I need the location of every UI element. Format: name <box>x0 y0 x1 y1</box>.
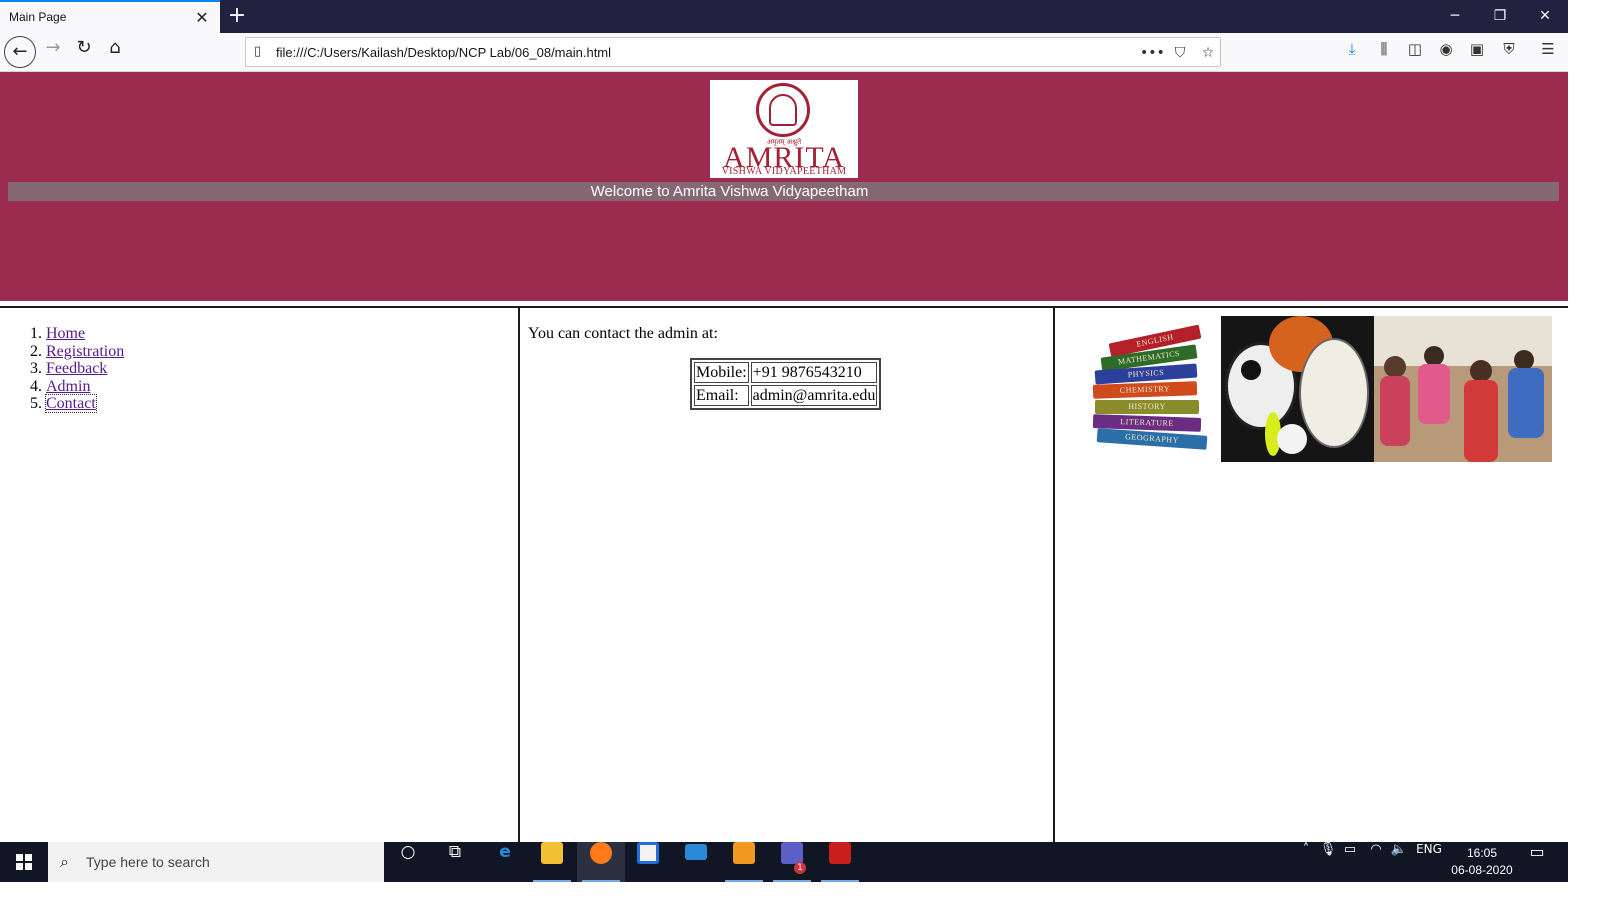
menu-item-feedback: 3. Feedback <box>30 360 108 378</box>
menu-icon[interactable]: ☰ <box>1536 40 1560 64</box>
menu-item-home: 1. Home <box>30 325 86 342</box>
registration-link[interactable]: Registration <box>46 343 124 360</box>
url-text[interactable]: file:///C:/Users/Kailash/Desktop/NCP Lab… <box>276 45 611 60</box>
shield-icon[interactable]: ⛨ <box>1497 40 1521 64</box>
language-indicator[interactable]: ENG <box>1413 842 1445 882</box>
menu-item-registration: 2. Registration <box>30 342 125 360</box>
store-icon[interactable] <box>624 842 672 882</box>
home-link[interactable]: Home <box>46 325 85 342</box>
header-frame: अमृतम् अश्नुते AMRITA VISHWA VIDYAPEETHA… <box>0 72 1568 301</box>
library-icon[interactable]: ⫼ <box>1372 40 1396 64</box>
close-tab-icon[interactable]: ✕ <box>192 8 212 28</box>
logo-subtitle: VISHWA VIDYAPEETHAM <box>721 166 847 177</box>
reload-icon[interactable]: ↻ <box>69 37 99 67</box>
email-label: Email: <box>694 385 749 406</box>
welcome-text: Welcome to Amrita Vishwa Vidyapeetham <box>590 183 869 200</box>
search-icon: ⌕ <box>60 852 69 871</box>
tab-title: Main Page <box>9 10 67 24</box>
images-frame: ENGLISH MATHEMATICS PHYSICS CHEMISTRY HI… <box>1055 308 1568 842</box>
mail-icon[interactable] <box>672 842 720 882</box>
file-explorer-icon[interactable] <box>528 842 576 882</box>
forward-icon[interactable]: → <box>38 37 68 67</box>
frame-divider <box>0 301 1568 308</box>
back-icon[interactable]: ← <box>4 36 36 68</box>
task-view-icon[interactable]: ⧉ <box>431 842 479 882</box>
extension-icon[interactable]: ▣ <box>1465 40 1489 64</box>
clock-time: 16:05 <box>1466 846 1498 860</box>
firefox-icon[interactable] <box>577 842 625 882</box>
pocket-icon[interactable]: ⛉ <box>1168 42 1192 64</box>
sports-balls-image <box>1221 316 1374 462</box>
admin-link[interactable]: Admin <box>46 378 90 395</box>
books-image: ENGLISH MATHEMATICS PHYSICS CHEMISTRY HI… <box>1073 320 1221 464</box>
new-tab-icon[interactable]: + <box>226 4 248 28</box>
battery-icon[interactable]: ▭ <box>1340 842 1360 882</box>
mobile-label: Mobile: <box>694 362 749 383</box>
volume-icon[interactable]: 🔈 <box>1388 842 1410 882</box>
contact-table: Mobile: +91 9876543210 Email: admin@amri… <box>690 358 882 410</box>
close-window-icon[interactable]: ✕ <box>1525 4 1565 28</box>
taskbar-search[interactable]: ⌕ Type here to search <box>48 842 384 882</box>
menu-list: 1. Home 2. Registration 3. Feedback 4. Admin… <box>30 325 125 414</box>
home-icon[interactable]: ⌂ <box>100 37 130 67</box>
start-button[interactable] <box>0 842 48 882</box>
table-row: Mobile: +91 9876543210 <box>694 362 878 383</box>
table-row: Email: admin@amrita.edu <box>694 385 878 406</box>
page-icon: ▯ <box>254 44 262 59</box>
sublime-text-icon[interactable] <box>720 842 768 882</box>
menu-frame: 1. Home 2. Registration 3. Feedback 4. Admin… <box>0 308 518 842</box>
email-value: admin@amrita.edu <box>750 385 878 406</box>
teams-icon[interactable]: 1 <box>768 842 816 882</box>
microphone-icon[interactable]: 🎙 <box>1318 842 1338 882</box>
contact-frame: You can contact the admin at: Mobile: +9… <box>520 308 1053 842</box>
windows-icon <box>16 854 32 870</box>
search-placeholder: Type here to search <box>86 854 210 870</box>
bookmark-star-icon[interactable]: ☆ <box>1196 42 1220 64</box>
navigation-toolbar: ← → ↻ ⌂ ▯ file:///C:/Users/Kailash/Deskt… <box>0 33 1568 72</box>
minimize-icon[interactable]: ─ <box>1435 4 1475 28</box>
book-spine: CHEMISTRY <box>1092 381 1198 399</box>
page-actions-icon[interactable]: ••• <box>1140 42 1165 64</box>
wifi-icon[interactable]: ◠ <box>1364 842 1388 882</box>
acrobat-icon[interactable] <box>816 842 864 882</box>
amrita-logo: अमृतम् अश्नुते AMRITA VISHWA VIDYAPEETHA… <box>710 80 858 178</box>
children-photo <box>1374 316 1552 462</box>
downloads-icon[interactable]: ⤓ <box>1340 40 1364 64</box>
mobile-value: +91 9876543210 <box>750 362 878 383</box>
tab-strip: Main Page ✕ + ─ ❐ ✕ <box>0 0 1568 33</box>
show-hidden-icons-icon[interactable]: ˄ <box>1296 842 1316 882</box>
baseball-icon <box>1277 424 1307 454</box>
feedback-link[interactable]: Feedback <box>46 360 107 377</box>
clock-date: 06-08-2020 <box>1451 863 1513 877</box>
browser-tab[interactable]: Main Page ✕ <box>0 0 220 33</box>
contact-intro: You can contact the admin at: <box>528 325 718 342</box>
book-spine: HISTORY <box>1095 400 1199 414</box>
menu-item-contact: 5. Contact <box>30 394 97 414</box>
account-icon[interactable]: ◉ <box>1434 40 1458 64</box>
clock[interactable]: 16:05 06-08-2020 <box>1448 845 1516 879</box>
cortana-icon[interactable]: ○ <box>384 842 432 882</box>
menu-item-admin: 4. Admin <box>30 377 91 395</box>
notifications-icon[interactable]: ▭ <box>1522 842 1552 882</box>
sidebar-icon[interactable]: ◫ <box>1403 40 1427 64</box>
url-bar[interactable]: ▯ file:///C:/Users/Kailash/Desktop/NCP L… <box>245 37 1221 67</box>
logo-seal <box>756 83 810 137</box>
restore-icon[interactable]: ❐ <box>1480 4 1520 28</box>
windows-taskbar: ⌕ Type here to search ○ ⧉ e 1 ˄ 🎙 ▭ ◠ 🔈 … <box>0 842 1568 882</box>
volleyball-icon <box>1299 338 1369 448</box>
teams-badge: 1 <box>794 862 806 874</box>
contact-link[interactable]: Contact <box>45 394 97 414</box>
edge-icon[interactable]: e <box>481 842 529 882</box>
welcome-marquee: Welcome to Amrita Vishwa Vidyapeetham <box>8 182 1559 201</box>
